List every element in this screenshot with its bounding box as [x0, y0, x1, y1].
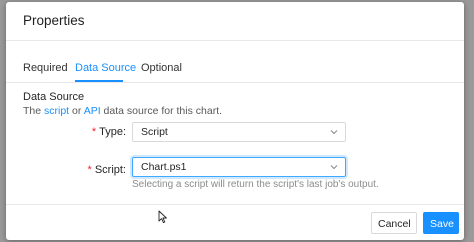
- active-tab-indicator: [75, 80, 123, 82]
- dialog-footer: Cancel Save: [6, 204, 464, 240]
- script-help-text: Selecting a script will return the scrip…: [132, 179, 379, 190]
- script-link[interactable]: script: [44, 105, 69, 117]
- dialog-title: Properties: [23, 13, 85, 28]
- section-title: Data Source: [23, 91, 85, 103]
- type-label-text: Type:: [99, 126, 126, 138]
- type-label: * Type:: [66, 126, 126, 138]
- properties-dialog: Properties Required Data Source Optional…: [6, 2, 464, 240]
- tab-data-source[interactable]: Data Source: [75, 62, 136, 74]
- tab-optional[interactable]: Optional: [141, 62, 182, 74]
- script-label-text: Script:: [94, 164, 126, 176]
- save-button[interactable]: Save: [423, 212, 459, 234]
- type-select-value: Script: [141, 126, 168, 138]
- api-link[interactable]: API: [84, 105, 101, 117]
- section-desc-prefix: The: [23, 105, 45, 117]
- required-mark: *: [91, 126, 97, 138]
- script-select-value: Chart.ps1: [141, 161, 187, 173]
- chevron-down-icon: [330, 165, 338, 170]
- required-mark: *: [87, 164, 92, 176]
- type-select[interactable]: Script: [132, 122, 346, 142]
- section-description: The script or API data source for this c…: [23, 105, 222, 117]
- cancel-button[interactable]: Cancel: [371, 212, 417, 234]
- chevron-down-icon: [330, 130, 338, 135]
- mouse-cursor-icon: [158, 210, 167, 224]
- section-desc-suffix: data source for this chart.: [100, 105, 223, 117]
- tab-bar: Required Data Source Optional: [6, 40, 464, 83]
- section-desc-mid: or: [69, 105, 84, 117]
- script-select[interactable]: Chart.ps1: [132, 157, 346, 177]
- tab-required[interactable]: Required: [23, 62, 68, 74]
- dialog-header: Properties: [6, 2, 464, 41]
- script-label: * Script:: [66, 164, 126, 176]
